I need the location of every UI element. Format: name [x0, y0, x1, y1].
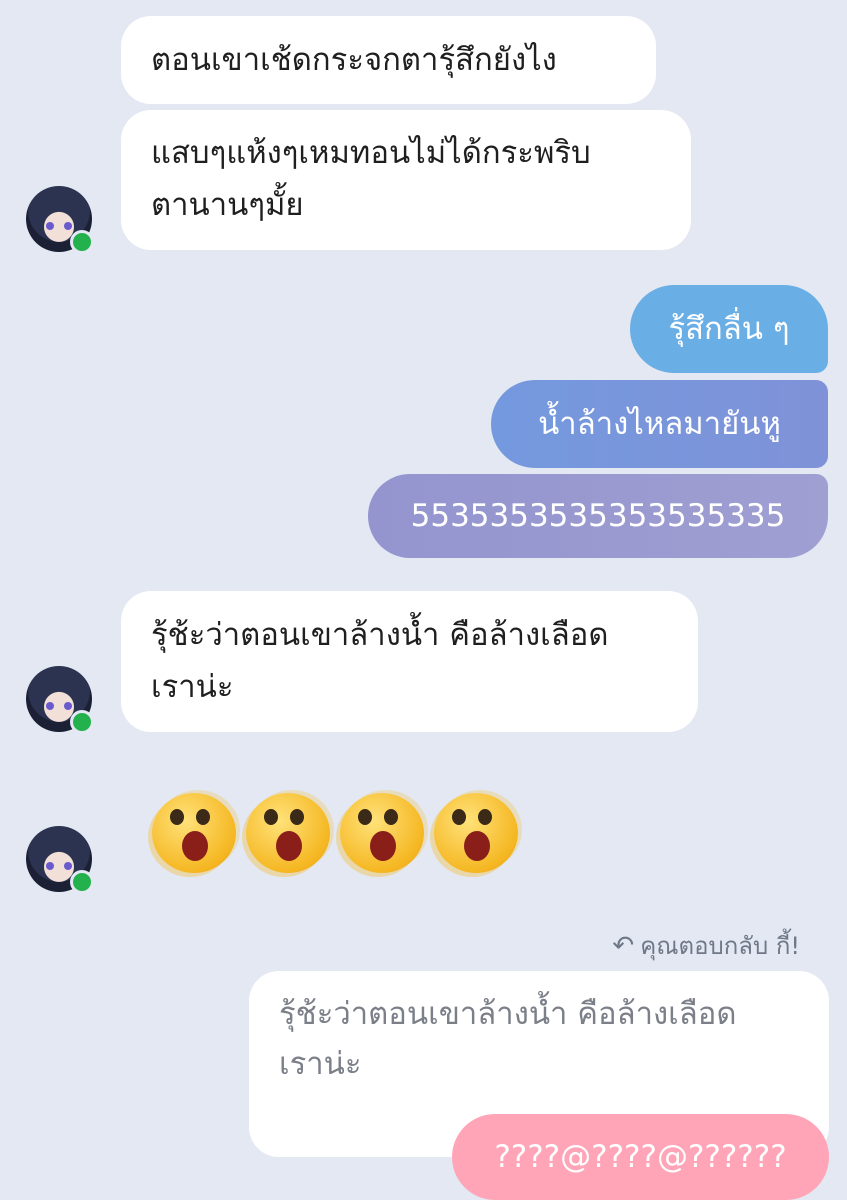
contact-avatar[interactable]: [26, 666, 94, 734]
quoted-line: รุ้ช้ะว่าตอนเขาล้างน้ำ คือล้างเลือด: [279, 996, 737, 1032]
emoji-eye: [358, 809, 372, 825]
avatar-eye: [46, 862, 54, 870]
contact-avatar[interactable]: [26, 186, 94, 254]
emoji-mouth: [464, 831, 490, 861]
emoji-mouth: [182, 831, 208, 861]
message-line: รุ้ช้ะว่าตอนเขาล้างน้ำ คือล้างเลือด: [151, 617, 609, 653]
outgoing-message[interactable]: รุ้สึกลื่น ๆ: [630, 285, 828, 373]
surprised-face-emoji-icon[interactable]: [340, 793, 424, 873]
emoji-eye: [196, 809, 210, 825]
avatar-eye: [64, 222, 72, 230]
emoji-eye: [264, 809, 278, 825]
reply-indicator: ↶ คุณตอบกลับ กี้!: [612, 929, 800, 963]
emoji-eye: [384, 809, 398, 825]
online-status-icon: [70, 870, 94, 894]
emoji-eye: [452, 809, 466, 825]
reply-arrow-icon: ↶: [612, 931, 635, 961]
avatar-eye: [46, 222, 54, 230]
incoming-message[interactable]: แสบๆแห้งๆเหมทอนไม่ได้กระพริบ ตานานๆมั้ย: [121, 110, 691, 250]
incoming-message[interactable]: ตอนเขาเช้ดกระจกตารุ้สึกยังไง: [121, 16, 656, 104]
emoji-eye: [290, 809, 304, 825]
message-line: เราน่ะ: [151, 669, 234, 705]
outgoing-message[interactable]: น้ำล้างไหลมายันหู: [491, 380, 828, 468]
incoming-message[interactable]: รุ้ช้ะว่าตอนเขาล้างน้ำ คือล้างเลือด เราน…: [121, 591, 698, 732]
emoji-eye: [478, 809, 492, 825]
outgoing-reply-message[interactable]: ????@????@??????: [452, 1114, 829, 1200]
emoji-eye: [170, 809, 184, 825]
surprised-face-emoji-icon[interactable]: [246, 793, 330, 873]
message-line: ตานานๆมั้ย: [151, 187, 304, 223]
message-line: แสบๆแห้งๆเหมทอนไม่ได้กระพริบ: [151, 135, 591, 171]
quoted-line: เราน่ะ: [279, 1046, 362, 1082]
online-status-icon: [70, 230, 94, 254]
emoji-mouth: [276, 831, 302, 861]
avatar-eye: [46, 702, 54, 710]
reply-note-text: คุณตอบกลับ กี้!: [640, 932, 800, 960]
outgoing-message[interactable]: 5535353535353535335: [368, 474, 828, 558]
emoji-mouth: [370, 831, 396, 861]
surprised-face-emoji-icon[interactable]: [152, 793, 236, 873]
avatar-eye: [64, 862, 72, 870]
contact-avatar[interactable]: [26, 826, 94, 894]
online-status-icon: [70, 710, 94, 734]
surprised-face-emoji-icon[interactable]: [434, 793, 518, 873]
avatar-eye: [64, 702, 72, 710]
